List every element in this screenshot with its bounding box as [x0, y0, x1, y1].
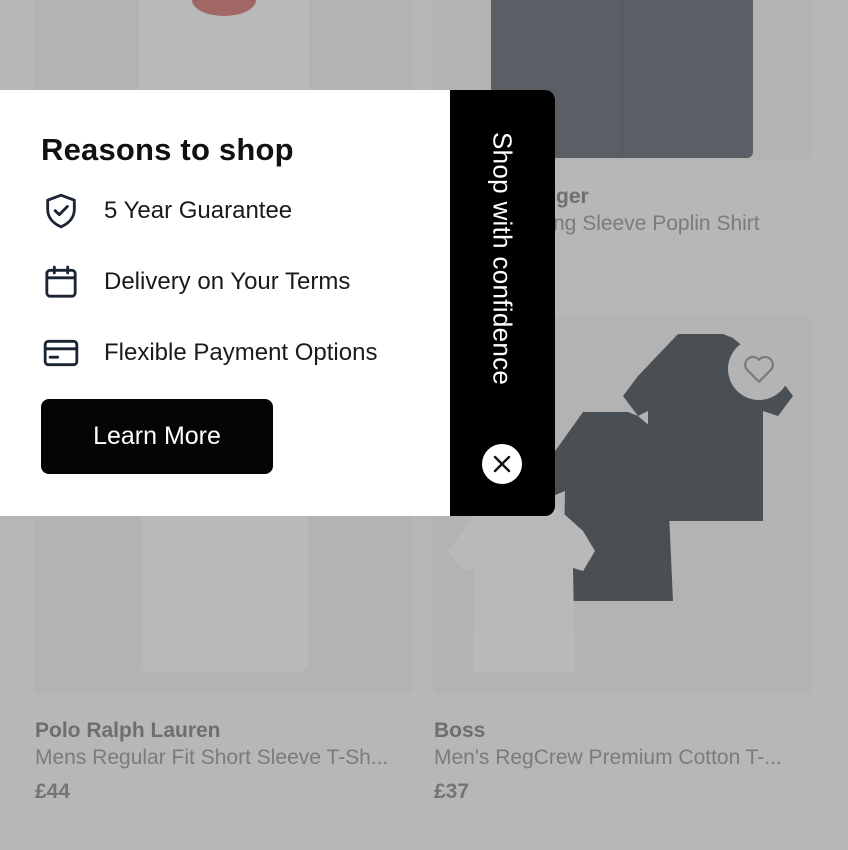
reason-label: Flexible Payment Options — [104, 339, 378, 366]
product-brand[interactable]: Polo Ralph Lauren — [35, 719, 221, 743]
reason-item: 5 Year Guarantee — [41, 190, 292, 232]
product-brand[interactable]: Boss — [434, 719, 485, 743]
favorite-heart-button[interactable] — [728, 338, 790, 400]
learn-more-button[interactable]: Learn More — [41, 399, 273, 474]
heart-icon — [744, 355, 774, 383]
reason-label: Delivery on Your Terms — [104, 268, 351, 295]
product-brand-partial[interactable]: ger — [556, 185, 589, 209]
close-button[interactable] — [482, 444, 522, 484]
shop-with-confidence-tab[interactable]: Shop with confidence — [450, 90, 555, 516]
credit-card-icon — [41, 332, 83, 374]
product-name-partial[interactable]: ng Sleeve Poplin Shirt — [553, 212, 760, 236]
product-name[interactable]: Mens Regular Fit Short Sleeve T-Sh... — [35, 746, 405, 770]
product-price: £37 — [434, 780, 470, 803]
close-icon — [493, 455, 511, 473]
calendar-icon — [41, 261, 83, 303]
tab-label: Shop with confidence — [487, 132, 518, 386]
product-price: £44 — [35, 780, 71, 803]
reason-item: Delivery on Your Terms — [41, 261, 350, 303]
panel-title: Reasons to shop — [41, 132, 294, 167]
reason-label: 5 Year Guarantee — [104, 197, 293, 224]
reasons-to-shop-panel: Reasons to shop 5 Year Guarantee Deliver… — [0, 90, 452, 516]
product-name[interactable]: Men's RegCrew Premium Cotton T-... — [434, 746, 804, 770]
reason-item: Flexible Payment Options — [41, 332, 377, 374]
shield-check-icon — [41, 190, 83, 232]
